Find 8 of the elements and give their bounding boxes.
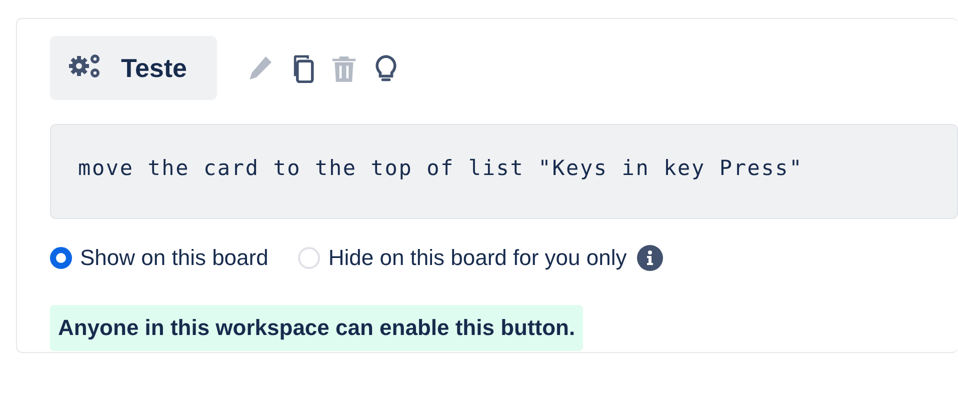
radio-label[interactable]: Hide on this board for you only [328,245,627,271]
button-name-chip[interactable]: Teste [50,36,217,100]
command-text: move the card to the top of list "Keys in key Press" [50,124,958,219]
info-icon[interactable] [636,245,663,271]
button-name: Teste [121,52,187,84]
notice-banner: Anyone in this workspace can enable this button. [50,305,584,351]
radio-button[interactable] [50,247,72,269]
radio-label[interactable]: Show on this board [80,245,268,271]
